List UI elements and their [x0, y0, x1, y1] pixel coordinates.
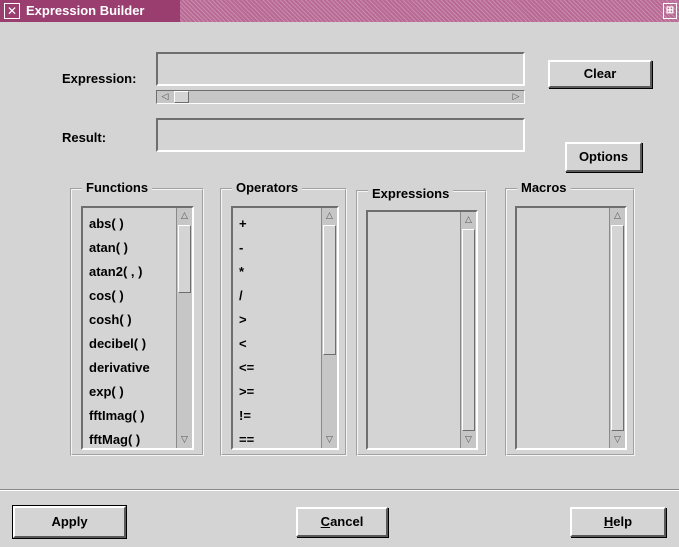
operators-title: Operators	[232, 180, 303, 195]
expressions-title: Expressions	[368, 186, 454, 201]
expressions-list[interactable]: △ ▽	[366, 210, 478, 450]
arrow-up-icon[interactable]: △	[611, 209, 624, 223]
bottom-separator	[0, 489, 679, 491]
operators-vscrollbar[interactable]: △ ▽	[321, 208, 337, 448]
list-item[interactable]: /	[239, 288, 243, 303]
list-item[interactable]: >	[239, 312, 247, 327]
functions-list[interactable]: abs( ) atan( ) atan2( , ) cos( ) cosh( )…	[81, 206, 194, 450]
clear-button[interactable]: Clear	[548, 60, 652, 88]
apply-button[interactable]: Apply	[12, 505, 127, 539]
vscroll-thumb[interactable]	[178, 225, 191, 293]
list-item[interactable]: <=	[239, 360, 254, 375]
x-window-icon[interactable]: ✕	[4, 3, 20, 19]
arrow-down-icon[interactable]: ▽	[323, 433, 336, 447]
expressions-vscrollbar[interactable]: △ ▽	[460, 212, 476, 448]
vscroll-thumb[interactable]	[323, 225, 336, 355]
list-item[interactable]: +	[239, 216, 247, 231]
list-item[interactable]: exp( )	[89, 384, 124, 399]
list-item[interactable]: cosh( )	[89, 312, 132, 327]
list-item[interactable]: fftMag( )	[89, 432, 140, 447]
macros-group: Macros △ ▽	[505, 180, 635, 456]
functions-group: Functions abs( ) atan( ) atan2( , ) cos(…	[70, 180, 204, 456]
arrow-up-icon[interactable]: △	[323, 209, 336, 223]
window-menu-icon[interactable]: ⊞	[663, 3, 677, 19]
list-item[interactable]: *	[239, 264, 244, 279]
arrow-down-icon[interactable]: ▽	[462, 433, 475, 447]
functions-vscrollbar[interactable]: △ ▽	[176, 208, 192, 448]
list-item[interactable]: >=	[239, 384, 254, 399]
arrow-down-icon[interactable]: ▽	[178, 433, 191, 447]
expressions-group: Expressions △ ▽	[356, 186, 487, 456]
list-item[interactable]: atan2( , )	[89, 264, 142, 279]
macros-vscrollbar[interactable]: △ ▽	[609, 208, 625, 448]
help-button[interactable]: Help	[570, 507, 666, 537]
expression-hscrollbar[interactable]: ◁ ▷	[156, 90, 525, 104]
list-item[interactable]: ==	[239, 432, 254, 447]
result-label: Result:	[62, 130, 107, 145]
list-item[interactable]: derivative	[89, 360, 150, 375]
list-item[interactable]: cos( )	[89, 288, 124, 303]
functions-title: Functions	[82, 180, 153, 195]
vscroll-thumb[interactable]	[462, 229, 475, 431]
result-field	[156, 118, 525, 152]
arrow-up-icon[interactable]: △	[462, 213, 475, 227]
list-item[interactable]: -	[239, 240, 243, 255]
expression-label: Expression:	[62, 71, 137, 86]
list-item[interactable]: atan( )	[89, 240, 128, 255]
macros-title: Macros	[517, 180, 571, 195]
hscroll-thumb[interactable]	[174, 91, 189, 103]
options-button[interactable]: Options	[565, 142, 642, 172]
arrow-right-icon[interactable]: ▷	[509, 91, 523, 103]
operators-group: Operators + - * / > < <= >= != == △ ▽	[220, 180, 347, 456]
operators-list[interactable]: + - * / > < <= >= != == △ ▽	[231, 206, 339, 450]
arrow-down-icon[interactable]: ▽	[611, 433, 624, 447]
list-item[interactable]: !=	[239, 408, 251, 423]
macros-list[interactable]: △ ▽	[515, 206, 627, 450]
vscroll-thumb[interactable]	[611, 225, 624, 431]
list-item[interactable]: fftImag( )	[89, 408, 145, 423]
list-item[interactable]: abs( )	[89, 216, 124, 231]
arrow-up-icon[interactable]: △	[178, 209, 191, 223]
expression-input[interactable]	[156, 52, 525, 86]
list-item[interactable]: <	[239, 336, 247, 351]
list-item[interactable]: decibel( )	[89, 336, 146, 351]
window-title: Expression Builder	[26, 3, 145, 18]
title-bar[interactable]: ✕ Expression Builder ⊞	[0, 0, 679, 22]
arrow-left-icon[interactable]: ◁	[158, 91, 172, 103]
cancel-button[interactable]: Cancel	[296, 507, 388, 537]
